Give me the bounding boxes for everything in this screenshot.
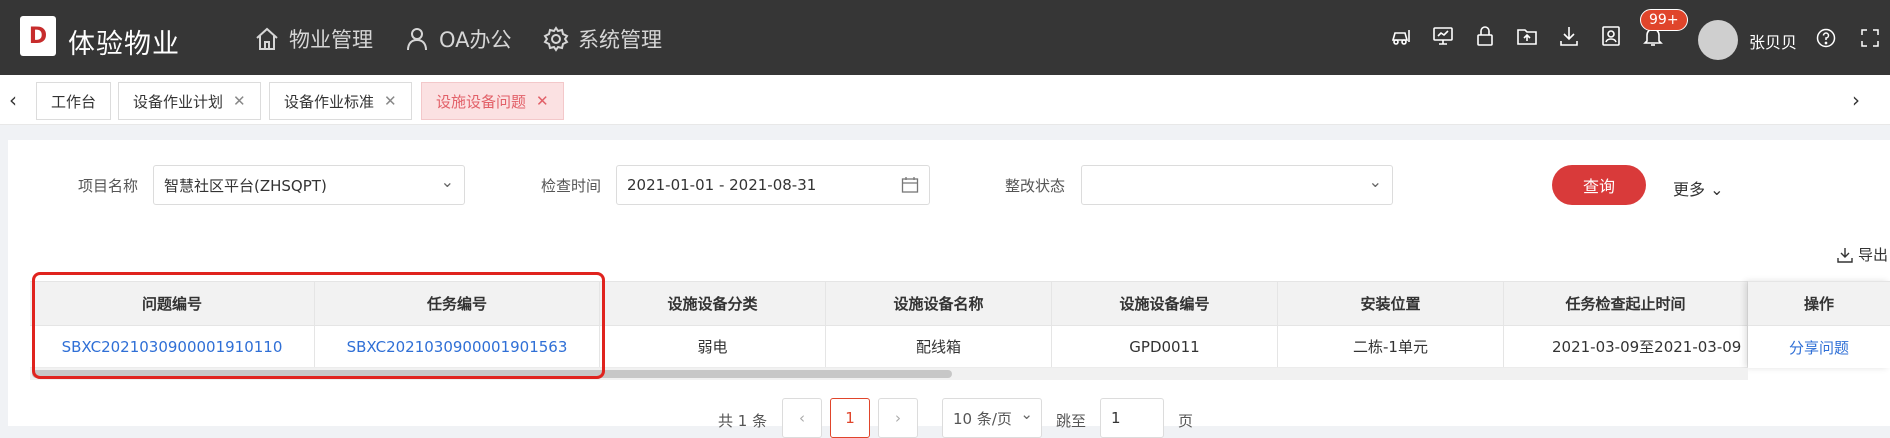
car-icon[interactable]: [1390, 24, 1412, 48]
equipment-name-cell: 配线箱: [826, 326, 1052, 367]
close-icon[interactable]: ✕: [384, 92, 397, 110]
close-icon[interactable]: ✕: [536, 92, 549, 110]
tabs-scroll-right-icon[interactable]: ›: [1843, 87, 1869, 113]
nav-oa-office[interactable]: OA办公: [403, 24, 512, 54]
location-cell: 二栋-1单元: [1278, 326, 1504, 367]
tab-label: 设备作业计划: [133, 92, 224, 111]
prev-page-button[interactable]: ‹: [782, 398, 822, 438]
nav-label: 系统管理: [578, 28, 662, 52]
page-size-select[interactable]: 10 条/页 ⌄: [942, 398, 1042, 438]
chevron-down-icon: ⌄: [1020, 405, 1033, 423]
top-header: D 体验物业 物业管理 OA办公 系统管理 99+ 张贝贝: [0, 0, 1890, 75]
jump-page-input[interactable]: 1: [1100, 398, 1164, 438]
status-label: 整改状态: [1005, 177, 1066, 195]
nav-system-management[interactable]: 系统管理: [542, 24, 662, 54]
page-size-value: 10 条/页: [953, 409, 1012, 428]
download-icon: [1837, 247, 1853, 263]
nav-label: OA办公: [439, 28, 512, 52]
username[interactable]: 张贝贝: [1749, 29, 1797, 53]
chevron-down-icon: ⌄: [1368, 172, 1382, 191]
date-value: 2021-01-01 - 2021-08-31: [627, 176, 817, 194]
lock-icon[interactable]: [1474, 24, 1496, 48]
column-header: 操作: [1748, 281, 1890, 326]
brand-name: 体验物业: [68, 29, 180, 60]
nav-label: 物业管理: [289, 28, 373, 52]
tab-bar: ‹ 工作台 设备作业计划 ✕ 设备作业标准 ✕ 设施设备问题 ✕ ›: [0, 75, 1890, 125]
pagination-total: 共 1 条: [718, 412, 768, 430]
jump-label: 跳至: [1056, 412, 1087, 430]
export-label: 导出: [1858, 246, 1889, 264]
operation-column: 操作 分享问题: [1748, 281, 1890, 368]
tab-facility-problem[interactable]: 设施设备问题 ✕: [421, 82, 564, 120]
equipment-code-cell: GPD0011: [1052, 326, 1278, 367]
nav-property-management[interactable]: 物业管理: [253, 24, 373, 54]
column-header[interactable]: 设施设备名称: [826, 282, 1052, 325]
tab-label: 设施设备问题: [436, 92, 527, 111]
home-icon: [256, 27, 278, 50]
column-header[interactable]: 任务检查起止时间: [1504, 282, 1748, 325]
more-button[interactable]: 更多 ⌄: [1673, 176, 1724, 200]
chevron-down-icon: ⌄: [1710, 180, 1724, 199]
close-icon[interactable]: ✕: [233, 92, 246, 110]
help-icon[interactable]: [1816, 28, 1836, 48]
fullscreen-icon[interactable]: [1860, 28, 1880, 48]
user-icon: [407, 28, 427, 51]
tab-label: 设备作业标准: [284, 92, 375, 111]
column-header[interactable]: 安装位置: [1278, 282, 1504, 325]
status-select[interactable]: ⌄: [1081, 165, 1393, 205]
tab-label: 工作台: [51, 92, 97, 111]
download-icon[interactable]: [1558, 24, 1580, 48]
tab-equipment-standard[interactable]: 设备作业标准 ✕: [269, 82, 412, 120]
category-cell: 弱电: [600, 326, 826, 367]
tab-equipment-plan[interactable]: 设备作业计划 ✕: [118, 82, 261, 120]
share-problem-link[interactable]: 分享问题: [1748, 326, 1890, 368]
project-value: 智慧社区平台(ZHSQPT): [164, 176, 327, 195]
date-range-field[interactable]: 2021-01-01 - 2021-08-31: [616, 165, 930, 205]
calendar-icon: [901, 177, 919, 193]
gear-icon: [543, 26, 569, 52]
period-cell: 2021-03-09至2021-03-09: [1504, 326, 1748, 367]
contact-icon[interactable]: [1600, 24, 1622, 48]
query-button[interactable]: 查询: [1552, 165, 1646, 205]
tab-workbench[interactable]: 工作台: [36, 82, 112, 120]
page-suffix: 页: [1178, 412, 1194, 430]
date-label: 检查时间: [541, 177, 602, 195]
chevron-down-icon: ⌄: [440, 172, 454, 191]
tabs-scroll-left-icon[interactable]: ‹: [0, 87, 26, 113]
next-page-button[interactable]: ›: [878, 398, 918, 438]
column-header[interactable]: 设施设备分类: [600, 282, 826, 325]
notification-badge[interactable]: 99+: [1640, 9, 1688, 31]
column-header[interactable]: 设施设备编号: [1052, 282, 1278, 325]
logo-icon: D: [20, 16, 56, 56]
project-select[interactable]: 智慧社区平台(ZHSQPT) ⌄: [153, 165, 465, 205]
export-button[interactable]: 导出: [1836, 244, 1888, 265]
page-number-button[interactable]: 1: [830, 398, 870, 438]
folder-upload-icon[interactable]: [1516, 24, 1538, 48]
project-label: 项目名称: [78, 177, 139, 195]
monitor-icon[interactable]: [1432, 24, 1454, 48]
more-label: 更多: [1673, 180, 1706, 199]
highlight-box: [32, 272, 605, 379]
avatar[interactable]: [1698, 20, 1738, 60]
